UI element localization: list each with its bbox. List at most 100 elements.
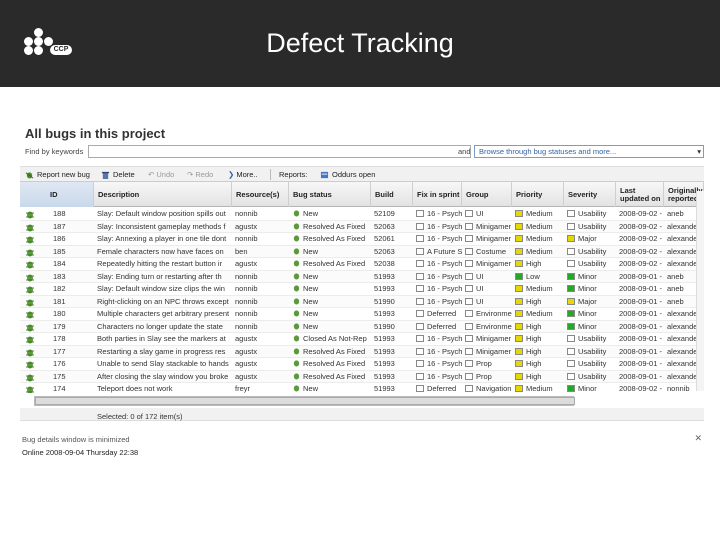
updated-text: 2008-09-01 - [619, 371, 662, 381]
build-text: 51990 [374, 321, 395, 331]
delete-button[interactable]: Delete [101, 170, 135, 180]
cell-build: 51993 [371, 383, 413, 393]
build-text: 51993 [374, 284, 395, 293]
close-icon[interactable]: ✕ [694, 433, 702, 444]
cell-status: Resolved As Fixed [289, 221, 371, 233]
table-row[interactable]: 179 Characters no longer update the state… [20, 320, 704, 333]
updated-text: 2008-09-01 - [619, 346, 662, 356]
column-header-fix-in-sprint[interactable]: Fix in sprint [413, 182, 462, 207]
res-text: freyr [235, 384, 250, 393]
severity-text: Usability [578, 334, 607, 343]
cell-id: 181 [50, 296, 94, 308]
cell-desc: Both parties in Slay see the markers at [94, 333, 232, 345]
table-row[interactable]: 174 Teleport does not work freyr New 51993 De… [20, 383, 704, 393]
cell-desc: Slay: Inconsistent gameplay methods f [94, 221, 232, 233]
status-text: Resolved As Fixed [303, 346, 366, 356]
cell-group: UI [462, 296, 512, 308]
cell-desc: Unable to send Slay stackable to hands [94, 358, 232, 370]
table-row[interactable]: 177 Restarting a slay game in progress re… [20, 345, 704, 358]
scrollbar-thumb[interactable] [35, 397, 575, 405]
desc-text: Slay: Default window position spills out [97, 209, 226, 218]
bug-table: ID Description Resource(s) Bug status Bu… [20, 182, 704, 393]
id-text: 181 [53, 296, 66, 306]
more-button[interactable]: ❯ More.. [228, 170, 258, 179]
cell-severity: Usability [564, 371, 616, 383]
cell-id: 185 [50, 246, 94, 258]
desc-text: Unable to send Slay stackable to hands [97, 359, 229, 368]
column-header-id[interactable]: ID [20, 182, 94, 207]
keyword-search-input[interactable] [88, 145, 471, 158]
horizontal-scrollbar[interactable] [34, 396, 575, 406]
table-row[interactable]: 180 Multiple characters get arbitrary pre… [20, 308, 704, 321]
table-row[interactable]: 188 Slay: Default window position spills … [20, 208, 704, 221]
severity-text: Usability [578, 259, 607, 268]
id-text: 179 [53, 321, 66, 331]
cell-priority: High [512, 258, 564, 270]
bug-icon [26, 386, 34, 393]
severity-indicator [567, 222, 575, 230]
id-text: 183 [53, 271, 66, 281]
cell-res: agustx [232, 258, 289, 270]
cell-severity: Major [564, 233, 616, 245]
res-text: nonnib [235, 296, 258, 306]
reporter-text: alexander [667, 246, 700, 256]
table-row[interactable]: 185 Female characters now have faces on be… [20, 245, 704, 258]
res-text: agustx [235, 359, 258, 368]
bug-icon [26, 211, 34, 219]
cell-desc: Repeatedly hitting the restart button ir [94, 258, 232, 270]
table-row[interactable]: 176 Unable to send Slay stackable to hand… [20, 358, 704, 371]
cell-desc: Slay: Default window size clips the win [94, 283, 232, 295]
cell-severity: Usability [564, 346, 616, 358]
column-header-description[interactable]: Description [94, 182, 232, 207]
updated-text: 2008-09-02 - [619, 259, 662, 268]
res-text: agustx [235, 221, 258, 231]
slide-title: Defect Tracking [266, 28, 454, 58]
cell-sprint: 16 - Psych [413, 346, 462, 358]
table-row[interactable]: 186 Slay: Annexing a player in one tile d… [20, 233, 704, 246]
column-header-bug-status[interactable]: Bug status [289, 182, 371, 207]
sprint-text: 16 - Psych [427, 334, 462, 343]
cell-res: agustx [232, 346, 289, 358]
table-row[interactable]: 178 Both parties in Slay see the markers … [20, 333, 704, 346]
severity-indicator [567, 347, 575, 355]
cell-status: New [289, 383, 371, 393]
priority-indicator [515, 247, 523, 255]
column-header-priority[interactable]: Priority [512, 182, 564, 207]
status-bug-icon [293, 385, 300, 392]
group-indicator [465, 272, 473, 280]
sprint-indicator [416, 235, 424, 242]
id-text: 180 [53, 309, 66, 318]
column-header-build[interactable]: Build [371, 182, 413, 207]
table-row[interactable]: 183 Slay: Ending turn or restarting after… [20, 270, 704, 283]
table-row[interactable]: 184 Repeatedly hitting the restart button… [20, 258, 704, 271]
column-header-last-updated[interactable]: Last updated on [616, 182, 664, 207]
desc-text: After closing the slay window you broke [97, 371, 229, 381]
table-row[interactable]: 182 Slay: Default window size clips the w… [20, 283, 704, 296]
bug-add-icon [25, 172, 34, 179]
sprint-indicator [416, 372, 424, 380]
undo-button[interactable]: ↶ Undo [148, 170, 174, 179]
browse-status-select[interactable]: Browse through bug statuses and more... … [474, 145, 704, 158]
cell-group: Prop [462, 371, 512, 383]
reporter-text: alexander [667, 309, 700, 318]
column-header-group[interactable]: Group [462, 182, 512, 207]
report-new-bug-button[interactable]: Report new bug [25, 170, 90, 179]
table-row[interactable]: 187 Slay: Inconsistent gameplay methods f… [20, 220, 704, 233]
cell-sprint: 16 - Psych [413, 221, 462, 233]
oddurs-open-report-button[interactable]: Oddurs open [320, 170, 375, 179]
status-text: New [303, 271, 319, 281]
bug-icon [26, 324, 34, 331]
updated-text: 2008-09-01 - [619, 321, 662, 331]
vertical-scrollbar[interactable] [696, 191, 704, 391]
cell-sprint: Deferred [413, 321, 462, 333]
redo-button[interactable]: ↷ Redo [187, 170, 213, 179]
table-row[interactable]: 181 Right-clicking on an NPC throws excep… [20, 295, 704, 308]
desc-text: Multiple characters get arbitrary presen… [97, 309, 230, 318]
redo-label: Redo [195, 170, 214, 179]
cell-priority: Medium [512, 233, 564, 245]
table-row[interactable]: 175 After closing the slay window you bro… [20, 370, 704, 383]
status-bug-icon [293, 210, 300, 217]
column-header-severity[interactable]: Severity [564, 182, 616, 207]
cell-id: 178 [50, 333, 94, 345]
column-header-resources[interactable]: Resource(s) [232, 182, 289, 207]
